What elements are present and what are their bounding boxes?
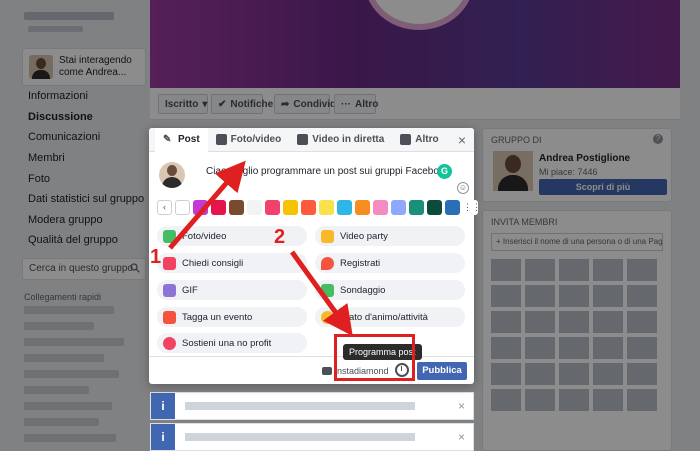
annotation-number-2: 2 xyxy=(274,226,286,248)
arrow-step-1 xyxy=(168,160,246,250)
arrow-step-2 xyxy=(289,250,353,337)
annotation-number-1: 1 xyxy=(150,246,162,268)
annotation-arrows xyxy=(168,160,353,337)
